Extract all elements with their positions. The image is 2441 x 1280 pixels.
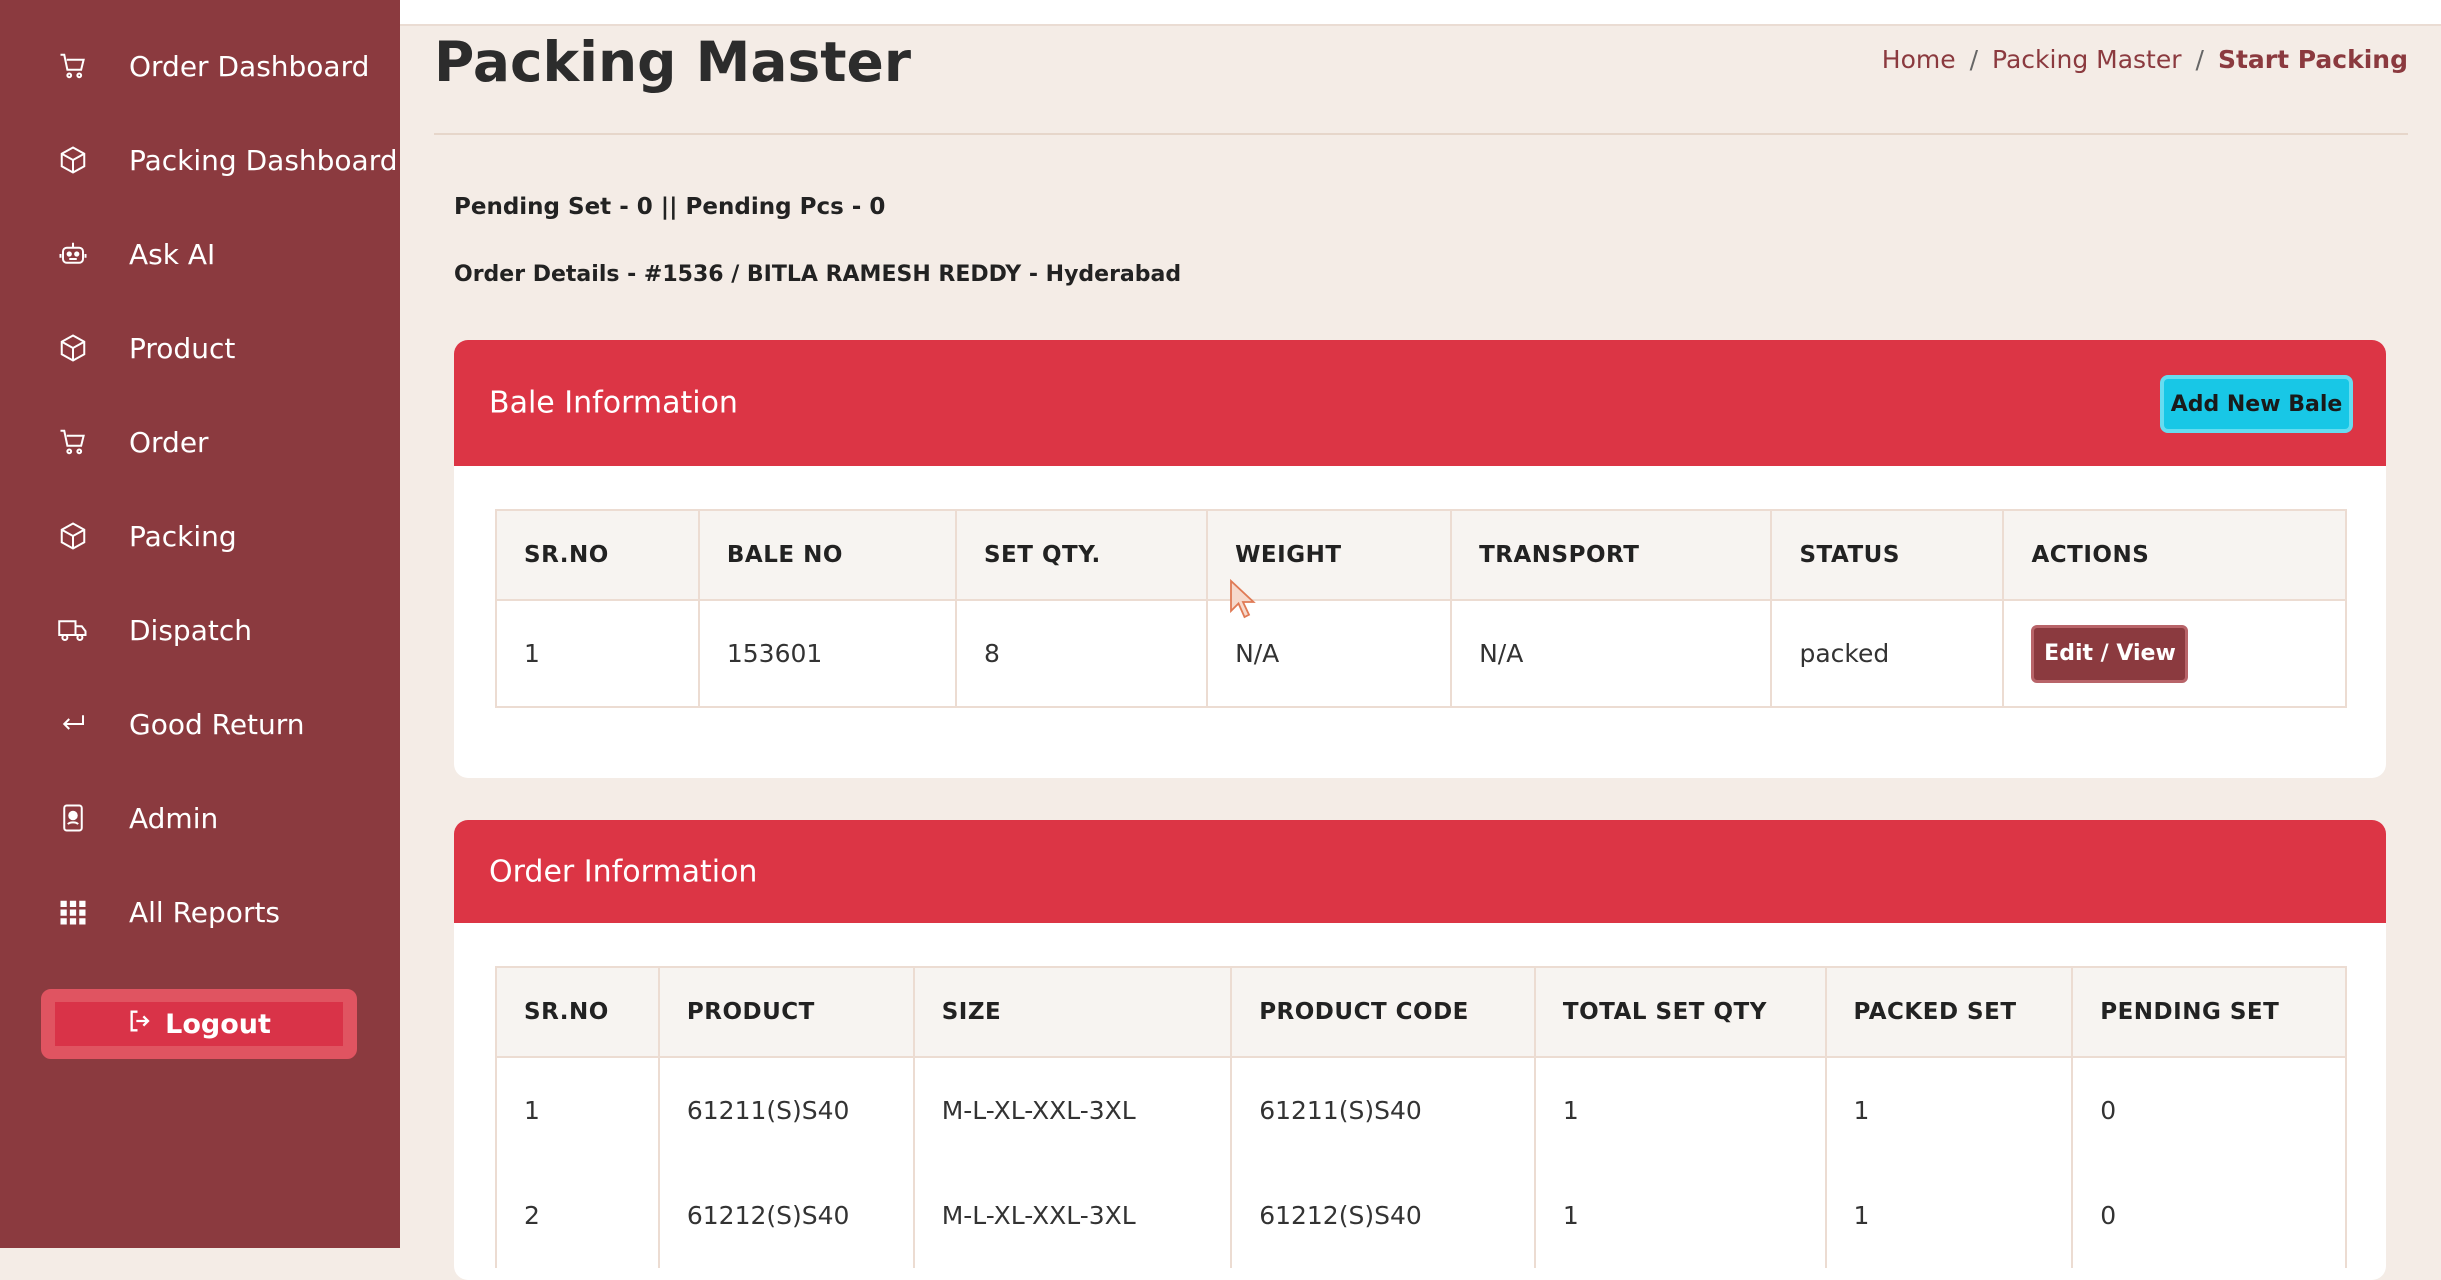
sidebar-item-ask-ai[interactable]: Ask AI: [0, 207, 400, 301]
logout-button[interactable]: Logout: [55, 1002, 343, 1046]
mouse-cursor-icon: [1230, 578, 1256, 619]
card-title: Bale Information: [489, 385, 738, 421]
cell-set-qty: 8: [954, 600, 1209, 707]
table-header-row: SR.NO PRODUCT SIZE PRODUCT CODE TOTAL SE…: [495, 966, 2347, 1058]
column-header: BALE NO: [697, 509, 957, 601]
page-title: Packing Master: [434, 30, 911, 94]
sidebar-item-label: Product: [129, 331, 236, 365]
table-cell: 0: [2071, 1163, 2347, 1268]
table-row: 1 61211(S)S40 M-L-XL-XXL-3XL 61211(S)S40…: [495, 1057, 2347, 1163]
table-cell: M-L-XL-XXL-3XL: [912, 1163, 1233, 1268]
bale-table: SR.NO BALE NO SET QTY. WEIGHT TRANSPORT …: [495, 509, 2347, 708]
sidebar: Order Dashboard Packing Dashboard Ask AI…: [0, 0, 400, 1248]
sidebar-item-label: Packing: [129, 519, 237, 553]
breadcrumb: Home / Packing Master / Start Packing: [1882, 45, 2408, 74]
sidebar-item-product[interactable]: Product: [0, 301, 400, 395]
table-cell: 0: [2071, 1057, 2347, 1163]
table-cell: 1: [1533, 1163, 1827, 1268]
table-cell: 1: [1824, 1057, 2074, 1163]
table-cell: 61211(S)S40: [1230, 1057, 1536, 1163]
cell-sr: 1: [495, 600, 700, 707]
cell-actions: Edit / View: [2002, 600, 2347, 707]
table-header-row: SR.NO BALE NO SET QTY. WEIGHT TRANSPORT …: [495, 509, 2347, 601]
column-header: PRODUCT: [657, 966, 915, 1058]
table-row: 1 153601 8 N/A N/A packed Edit / View: [495, 600, 2347, 707]
cell-bale-no: 153601: [697, 600, 957, 707]
sidebar-item-admin[interactable]: Admin: [0, 771, 400, 865]
breadcrumb-separator: /: [1969, 45, 1979, 74]
column-header: STATUS: [1770, 509, 2005, 601]
column-header: PACKED SET: [1824, 966, 2074, 1058]
sidebar-item-label: Packing Dashboard: [129, 143, 398, 177]
box-icon: [58, 521, 88, 551]
breadcrumb-packing-master[interactable]: Packing Master: [1992, 45, 2181, 74]
sidebar-item-order-dashboard[interactable]: Order Dashboard: [0, 19, 400, 113]
sidebar-item-good-return[interactable]: Good Return: [0, 677, 400, 771]
table-cell: 1: [495, 1057, 660, 1163]
box-icon: [58, 333, 88, 363]
robot-icon: [58, 239, 88, 269]
sidebar-item-label: Order Dashboard: [129, 49, 370, 83]
column-header: TOTAL SET QTY: [1533, 966, 1827, 1058]
column-header: SET QTY.: [954, 509, 1209, 601]
breadcrumb-current: Start Packing: [2217, 45, 2408, 74]
sidebar-item-order[interactable]: Order: [0, 395, 400, 489]
edit-view-button[interactable]: Edit / View: [2031, 624, 2189, 683]
card-header: Bale Information Add New Bale: [454, 340, 2386, 466]
sidebar-item-dispatch[interactable]: Dispatch: [0, 583, 400, 677]
table-cell: 1: [1824, 1163, 2074, 1268]
column-header: SIZE: [912, 966, 1233, 1058]
sidebar-item-label: All Reports: [129, 895, 281, 929]
sidebar-item-label: Admin: [129, 801, 219, 835]
divider: [434, 133, 2408, 135]
sidebar-item-label: Order: [129, 425, 209, 459]
column-header: TRANSPORT: [1450, 509, 1773, 601]
sidebar-item-label: Dispatch: [129, 613, 252, 647]
cell-status: packed: [1770, 600, 2005, 707]
add-new-bale-button[interactable]: Add New Bale: [2160, 375, 2353, 433]
sidebar-item-packing[interactable]: Packing: [0, 489, 400, 583]
bale-information-card: Bale Information Add New Bale SR.NO BALE…: [454, 340, 2386, 778]
table-cell: M-L-XL-XXL-3XL: [912, 1057, 1233, 1163]
breadcrumb-separator: /: [2195, 45, 2204, 74]
column-header: PENDING SET: [2071, 966, 2347, 1058]
sidebar-item-all-reports[interactable]: All Reports: [0, 865, 400, 959]
card-title: Order Information: [489, 854, 758, 889]
table-cell: 1: [1533, 1057, 1827, 1163]
column-header: SR.NO: [495, 509, 700, 601]
column-header: ACTIONS: [2002, 509, 2347, 601]
truck-icon: [58, 615, 88, 645]
grid-icon: [58, 897, 88, 927]
badge-icon: [58, 803, 88, 833]
sidebar-item-label: Good Return: [129, 707, 305, 741]
cart-icon: [58, 51, 88, 81]
top-bar: [400, 0, 2441, 26]
order-information-card: Order Information SR.NO PRODUCT SIZE PRO…: [454, 820, 2386, 1280]
return-arrow-icon: [58, 709, 88, 739]
breadcrumb-home[interactable]: Home: [1882, 45, 1956, 74]
box-icon: [58, 145, 88, 175]
order-details: Order Details - #1536 / BITLA RAMESH RED…: [454, 262, 1182, 287]
column-header: SR.NO: [495, 966, 660, 1058]
logout-icon: [127, 1007, 155, 1042]
sidebar-item-packing-dashboard[interactable]: Packing Dashboard: [0, 113, 400, 207]
pending-summary: Pending Set - 0 || Pending Pcs - 0: [454, 194, 886, 220]
table-row: 2 61212(S)S40 M-L-XL-XXL-3XL 61212(S)S40…: [495, 1163, 2347, 1268]
table-cell: 61212(S)S40: [1230, 1163, 1536, 1268]
table-cell: 2: [495, 1163, 660, 1268]
cart-icon: [58, 427, 88, 457]
column-header: PRODUCT CODE: [1230, 966, 1536, 1058]
cell-transport: N/A: [1450, 600, 1773, 707]
table-cell: 61211(S)S40: [657, 1057, 915, 1163]
card-header: Order Information: [454, 820, 2386, 923]
logout-button-frame: Logout: [41, 989, 357, 1059]
table-cell: 61212(S)S40: [657, 1163, 915, 1268]
order-table: SR.NO PRODUCT SIZE PRODUCT CODE TOTAL SE…: [495, 966, 2347, 1268]
logout-label: Logout: [165, 1008, 271, 1040]
sidebar-item-label: Ask AI: [129, 237, 216, 271]
